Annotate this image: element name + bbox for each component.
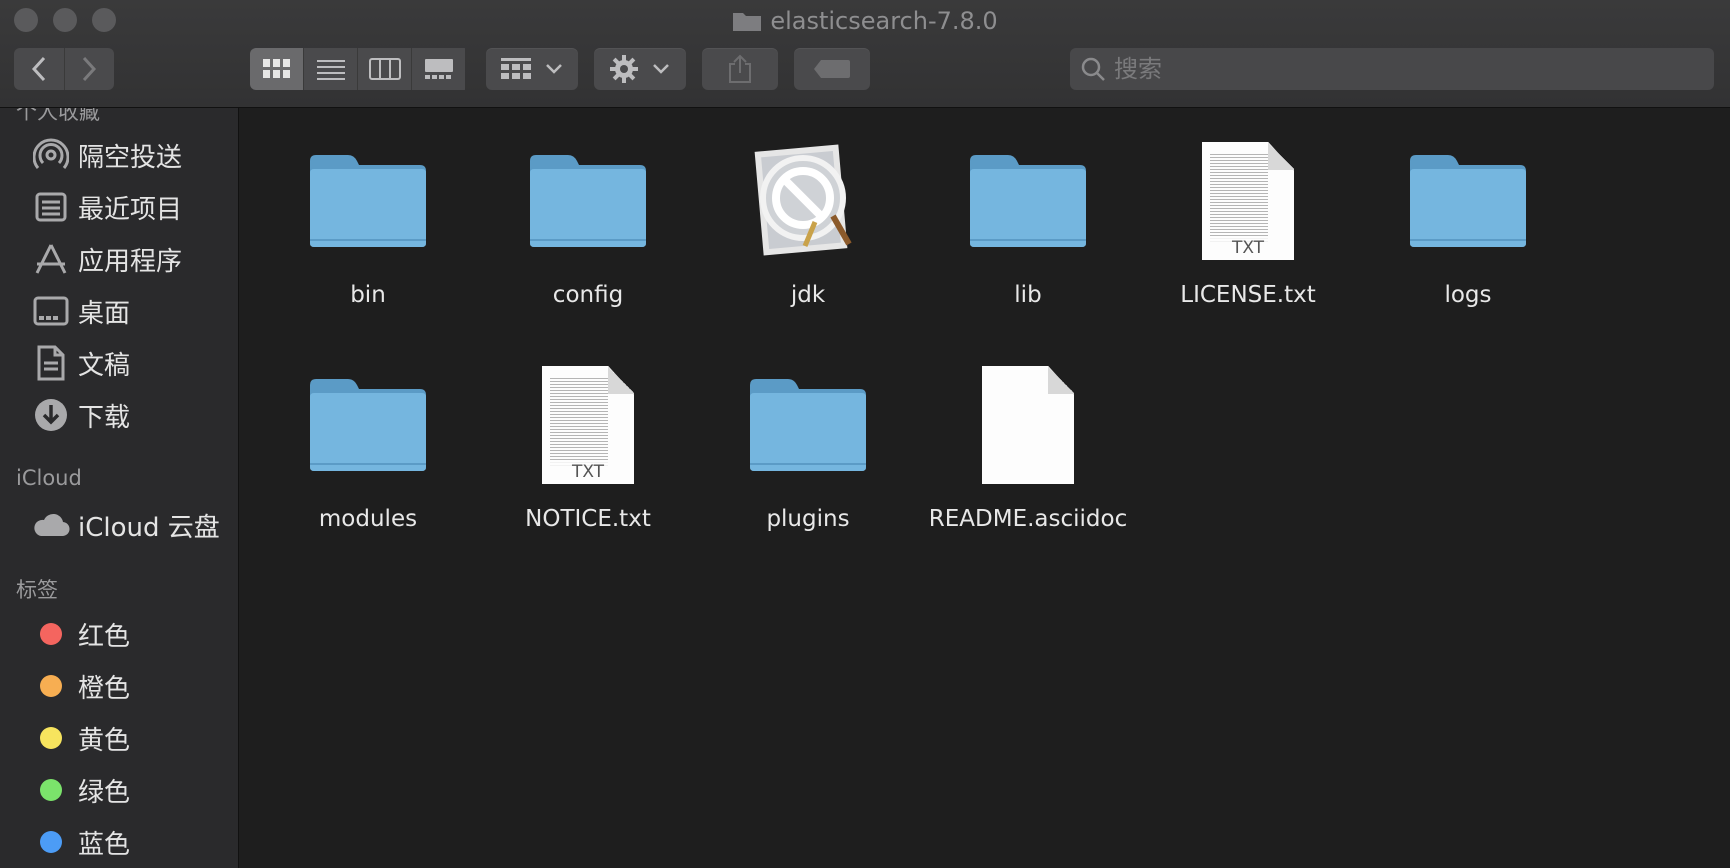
share-button[interactable]: [702, 48, 778, 90]
file-item-modules[interactable]: modules: [258, 350, 478, 550]
sidebar-item-desktop[interactable]: 桌面: [32, 290, 130, 332]
search-field[interactable]: [1070, 48, 1714, 90]
downloads-icon: [32, 396, 70, 434]
toolbar: elasticsearch-7.8.0: [0, 0, 1730, 108]
gear-icon: [610, 55, 638, 83]
text-document-icon: TXT: [1202, 142, 1294, 260]
share-icon: [729, 54, 751, 83]
prohibited-app-icon: [754, 144, 852, 256]
file-item-jdk[interactable]: jdk: [698, 126, 918, 326]
chevron-left-icon: [31, 56, 45, 82]
search-input[interactable]: [1112, 54, 1696, 84]
folder-icon: [970, 155, 1086, 247]
list-view-button[interactable]: [304, 48, 358, 90]
folder-icon: [750, 379, 866, 471]
sidebar-item-airdrop[interactable]: 隔空投送: [32, 134, 182, 176]
desktop-icon: [32, 292, 70, 330]
sidebar-item-downloads[interactable]: 下载: [32, 394, 130, 436]
folder-icon: [530, 155, 646, 247]
tags-header: 标签: [16, 578, 58, 602]
chevron-down-icon: [546, 64, 562, 74]
file-item-lib[interactable]: lib: [918, 126, 1138, 326]
folder-icon: [310, 155, 426, 247]
columns-icon: [368, 58, 401, 80]
tag-color-dot: [32, 823, 70, 861]
favorites-header: 个人收藏: [16, 108, 100, 124]
applications-icon: [32, 240, 70, 278]
folder-icon: [310, 379, 426, 471]
sidebar-tag-red[interactable]: 红色: [32, 613, 130, 655]
sidebar-tag-green[interactable]: 绿色: [32, 769, 130, 811]
document-icon: [982, 366, 1074, 484]
navigation-buttons: [14, 48, 114, 90]
sidebar-tag-orange[interactable]: 橙色: [32, 665, 130, 707]
recents-icon: [32, 188, 70, 226]
tag-icon: [814, 60, 850, 78]
sidebar: 个人收藏 隔空投送 最近项目 应用程序 桌面 文稿 下载 iCloud iClo…: [0, 108, 239, 868]
file-item-license[interactable]: TXT LICENSE.txt: [1138, 126, 1358, 326]
sidebar-item-applications[interactable]: 应用程序: [32, 238, 182, 280]
sidebar-item-recents[interactable]: 最近项目: [32, 186, 182, 228]
file-item-readme[interactable]: README.asciidoc: [918, 350, 1138, 550]
file-item-plugins[interactable]: plugins: [698, 350, 918, 550]
file-grid: bin config jdk lib TXT LICENSE.txt logs …: [239, 108, 1730, 868]
search-icon: [1081, 57, 1105, 81]
view-mode-control: [250, 48, 470, 90]
file-item-logs[interactable]: logs: [1358, 126, 1578, 326]
chevron-right-icon: [83, 56, 97, 82]
sidebar-tag-blue[interactable]: 蓝色: [32, 821, 130, 863]
airdrop-icon: [32, 136, 70, 174]
sidebar-item-icloud-drive[interactable]: iCloud 云盘: [32, 504, 220, 546]
grid-icon: [262, 59, 290, 78]
file-item-bin[interactable]: bin: [258, 126, 478, 326]
sidebar-item-documents[interactable]: 文稿: [32, 342, 130, 384]
column-view-button[interactable]: [358, 48, 412, 90]
forward-button[interactable]: [64, 48, 114, 90]
list-icon: [316, 60, 345, 80]
documents-icon: [32, 344, 70, 382]
group-grid-icon: [501, 58, 531, 79]
back-button[interactable]: [14, 48, 65, 90]
gallery-icon: [424, 59, 453, 79]
tag-color-dot: [32, 615, 70, 653]
cloud-icon: [32, 506, 70, 544]
sidebar-tag-yellow[interactable]: 黄色: [32, 717, 130, 759]
icon-view-button[interactable]: [250, 48, 304, 90]
file-item-notice[interactable]: TXT NOTICE.txt: [478, 350, 698, 550]
file-item-config[interactable]: config: [478, 126, 698, 326]
folder-icon: [733, 13, 762, 31]
tag-color-dot: [32, 667, 70, 705]
group-by-button[interactable]: [486, 48, 578, 90]
tag-color-dot: [32, 771, 70, 809]
folder-icon: [1410, 155, 1526, 247]
chevron-down-icon: [653, 64, 669, 74]
icloud-header: iCloud: [16, 466, 82, 490]
tag-button[interactable]: [794, 48, 870, 90]
gallery-view-button[interactable]: [412, 48, 465, 90]
text-document-icon: TXT: [542, 366, 634, 484]
window-title: elasticsearch-7.8.0: [0, 6, 1730, 36]
action-menu-button[interactable]: [594, 48, 686, 90]
tag-color-dot: [32, 719, 70, 757]
